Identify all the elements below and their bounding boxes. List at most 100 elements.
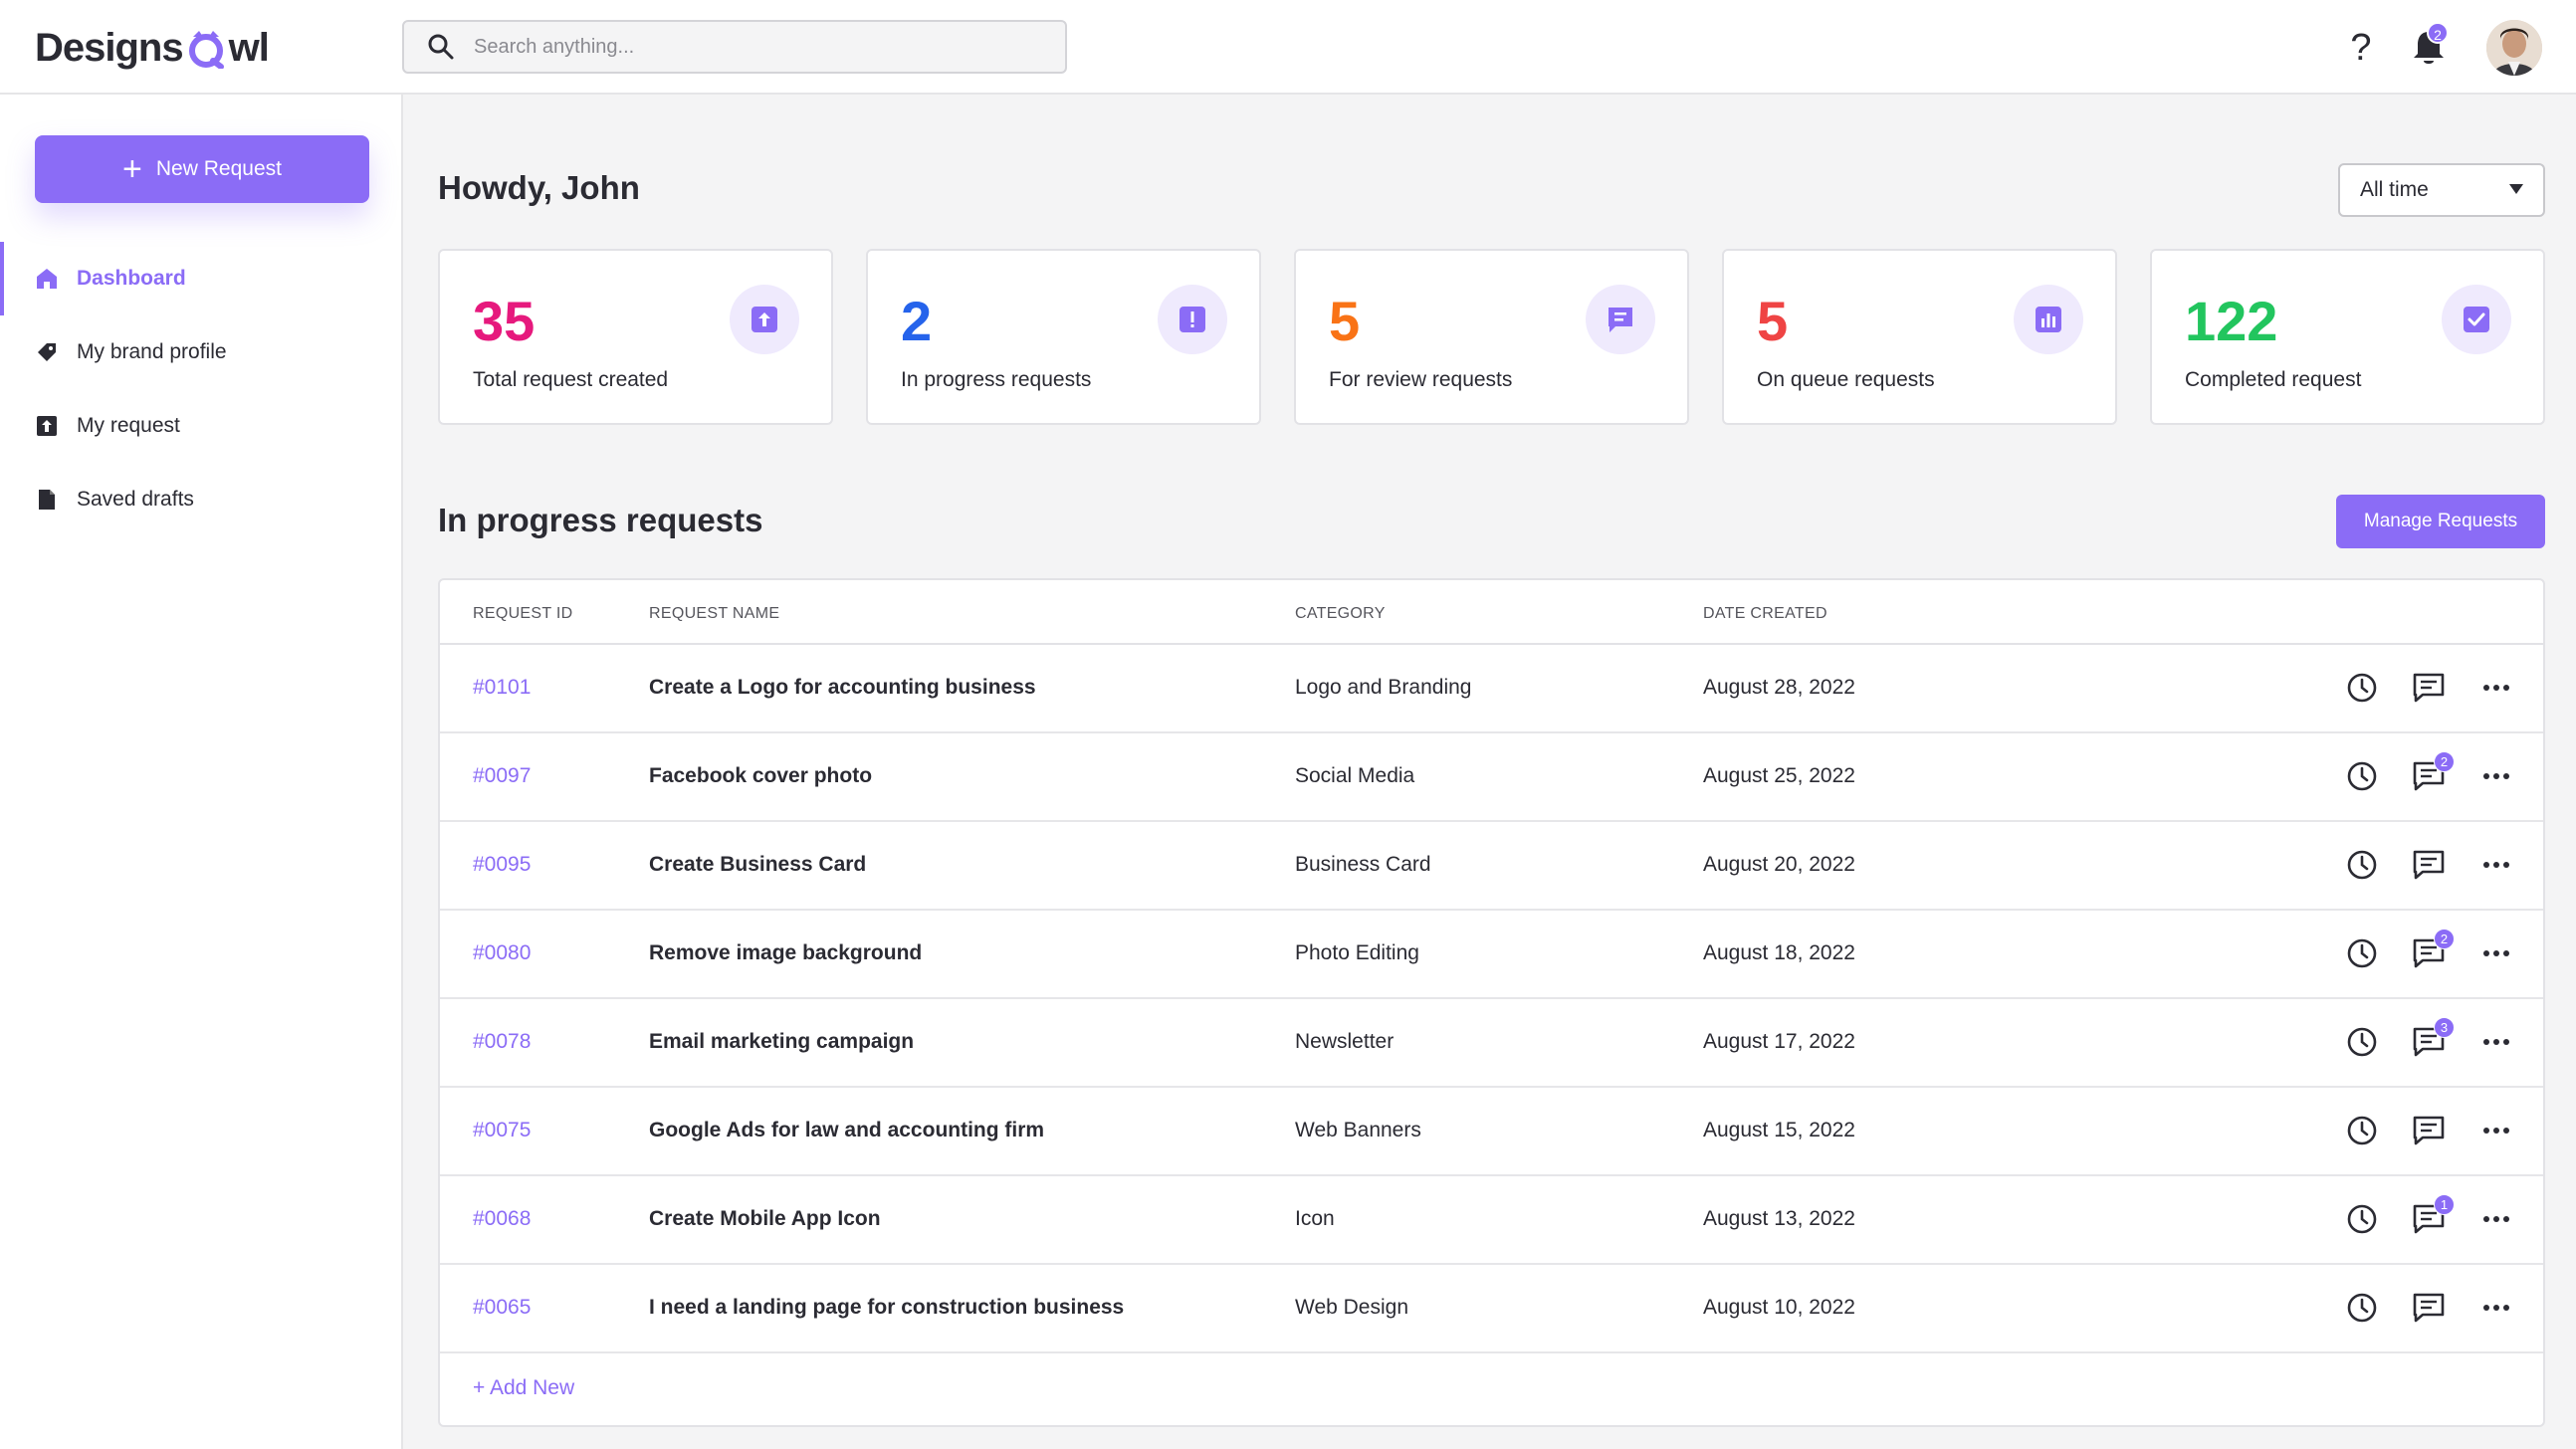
column-header-date[interactable]: DATE CREATED [1703,605,1827,623]
sidebar-item-label: Dashboard [77,267,186,290]
time-filter-value: All time [2360,178,2429,201]
stat-value: 122 [2185,290,2278,352]
request-category: Web Design [1295,1296,1409,1319]
clock-icon[interactable] [2343,846,2381,884]
table-row[interactable]: #0078 Email marketing campaign Newsletter A… [440,999,2543,1088]
request-name[interactable]: Email marketing campaign [649,1030,914,1054]
sidebar-nav: Dashboard My brand profile My request Sa… [0,242,401,536]
plus-icon: + [122,150,142,188]
table-row[interactable]: #0080 Remove image background Photo Editin… [440,911,2543,999]
section-title: In progress requests [438,502,763,538]
stat-label: On queue requests [1757,368,1935,391]
stat-label: In progress requests [901,368,1092,391]
request-date: August 20, 2022 [1703,853,1855,876]
request-id-link[interactable]: #0080 [473,941,531,965]
request-category: Logo and Branding [1295,676,1472,699]
clock-icon[interactable] [2343,1023,2381,1061]
more-options-icon[interactable] [2477,846,2515,884]
request-category: Icon [1295,1207,1335,1230]
clock-icon[interactable] [2343,1112,2381,1149]
clock-icon[interactable] [2343,1289,2381,1327]
alert-icon [1158,285,1227,354]
comment-icon[interactable] [2410,1112,2448,1149]
table-row[interactable]: #0097 Facebook cover photo Social Media Aug… [440,733,2543,822]
clock-icon[interactable] [2343,757,2381,795]
request-id-link[interactable]: #0068 [473,1207,531,1231]
request-id-link[interactable]: #0075 [473,1119,531,1142]
sidebar-item-my-request[interactable]: My request [0,389,401,463]
request-name[interactable]: I need a landing page for construction b… [649,1296,1124,1320]
clock-icon[interactable] [2343,934,2381,972]
request-id-link[interactable]: #0095 [473,853,531,877]
search-icon [428,34,454,60]
clock-icon[interactable] [2343,669,2381,707]
table-row[interactable]: #0065 I need a landing page for construct… [440,1265,2543,1353]
avatar[interactable] [2486,20,2542,76]
check-icon [2442,285,2511,354]
logo-text-part1: Designs [35,25,184,70]
more-options-icon[interactable] [2477,1112,2515,1149]
stat-label: Completed request [2185,368,2362,391]
stat-label: For review requests [1329,368,1513,391]
stat-value: 5 [1329,290,1361,352]
request-date: August 15, 2022 [1703,1119,1855,1141]
column-header-id[interactable]: REQUEST ID [473,605,573,623]
request-name[interactable]: Facebook cover photo [649,764,872,788]
tag-icon [38,343,56,361]
sidebar: + New Request Dashboard My brand profile… [0,95,403,1449]
logo[interactable]: Designs wl [35,20,270,76]
comment-icon[interactable] [2410,669,2448,707]
request-name[interactable]: Google Ads for law and accounting firm [649,1119,1044,1142]
comment-icon[interactable] [2410,846,2448,884]
comment-count-badge: 2 [2434,751,2455,772]
new-request-button[interactable]: + New Request [35,135,369,203]
file-icon [39,490,55,510]
chevron-down-icon [2509,184,2523,194]
comment-count-badge: 2 [2434,929,2455,949]
stat-value: 5 [1757,290,1789,352]
stat-card-completed: 122 Completed request [2150,249,2545,425]
requests-table: REQUEST ID REQUEST NAME CATEGORY DATE CR… [438,578,2545,1427]
comment-icon[interactable] [2410,1289,2448,1327]
request-id-link[interactable]: #0097 [473,764,531,788]
table-row[interactable]: #0068 Create Mobile App Icon Icon August 13… [440,1176,2543,1265]
request-date: August 10, 2022 [1703,1296,1855,1319]
more-options-icon[interactable] [2477,669,2515,707]
manage-requests-button[interactable]: Manage Requests [2336,495,2545,548]
column-header-name[interactable]: REQUEST NAME [649,605,779,623]
request-date: August 28, 2022 [1703,676,1855,699]
more-options-icon[interactable] [2477,1023,2515,1061]
add-new-button[interactable]: + Add New [473,1376,574,1400]
request-name[interactable]: Create Business Card [649,853,866,877]
new-request-label: New Request [155,157,282,180]
table-row[interactable]: #0101 Create a Logo for accounting busine… [440,645,2543,733]
page-title: Howdy, John [438,169,640,206]
request-category: Web Banners [1295,1119,1421,1141]
search-input[interactable] [474,35,1031,59]
sidebar-item-brand-profile[interactable]: My brand profile [0,315,401,389]
table-row[interactable]: #0095 Create Business Card Business Card Au… [440,822,2543,911]
notification-badge: 2 [2427,22,2449,44]
stat-card-on-queue: 5 On queue requests [1722,249,2117,425]
request-id-link[interactable]: #0101 [473,676,531,700]
sidebar-item-dashboard[interactable]: Dashboard [0,242,401,315]
comment-count-badge: 3 [2434,1017,2455,1038]
sidebar-item-label: Saved drafts [77,488,194,511]
more-options-icon[interactable] [2477,757,2515,795]
request-name[interactable]: Create Mobile App Icon [649,1207,881,1231]
more-options-icon[interactable] [2477,934,2515,972]
request-id-link[interactable]: #0065 [473,1296,531,1320]
sidebar-item-label: My request [77,414,180,437]
help-icon[interactable]: ? [2341,24,2381,72]
request-name[interactable]: Create a Logo for accounting business [649,676,1036,700]
more-options-icon[interactable] [2477,1200,2515,1238]
table-row[interactable]: #0075 Google Ads for law and accounting f… [440,1088,2543,1176]
clock-icon[interactable] [2343,1200,2381,1238]
more-options-icon[interactable] [2477,1289,2515,1327]
column-header-category[interactable]: CATEGORY [1295,605,1386,623]
time-filter-select[interactable]: All time [2338,163,2545,217]
request-id-link[interactable]: #0078 [473,1030,531,1054]
request-name[interactable]: Remove image background [649,941,922,965]
search-box[interactable] [402,20,1067,74]
sidebar-item-saved-drafts[interactable]: Saved drafts [0,463,401,536]
